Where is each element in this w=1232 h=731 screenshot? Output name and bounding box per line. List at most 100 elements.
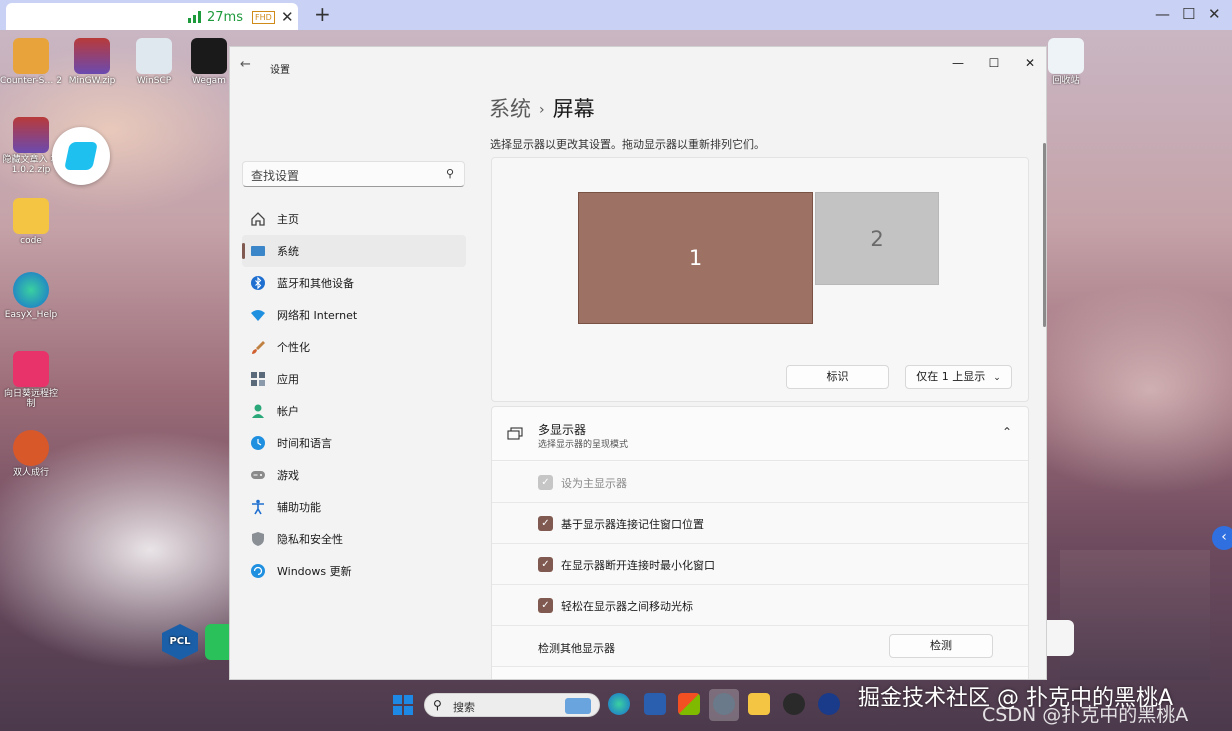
multi-display-subtitle: 选择显示器的呈现模式 [538,440,629,450]
nav-label: Windows 更新 [277,565,352,578]
wifi-icon [251,310,265,321]
archive-icon [13,117,49,153]
monitor-number: 1 [688,246,703,270]
viewer-close-button[interactable]: ✕ [1208,5,1221,23]
checkbox-remember-window-locations[interactable]: ✓ [538,516,553,531]
edge-taskbar-icon[interactable] [608,693,630,715]
floating-app-bubble[interactable] [52,127,110,185]
option-ease-cursor-movement[interactable]: ✓ 轻松在显示器之间移动光标 [492,585,1028,626]
search-icon[interactable]: ⚲ [446,167,454,180]
close-button[interactable]: ✕ [1015,52,1045,74]
display-arrangement-panel: 1 2 标识 仅在 1 上显示 ⌄ [491,157,1029,402]
globe-clock-icon [251,436,265,450]
brush-icon [252,341,265,354]
display-mode-dropdown[interactable]: 仅在 1 上显示 ⌄ [905,365,1012,389]
option-label: 在显示器断开连接时最小化窗口 [561,559,715,572]
settings-nav: 主页 系统 蓝牙和其他设备 网络和 Internet 个性化 应用 帐户 时间和… [242,203,466,587]
viewer-maximize-button[interactable]: ☐ [1182,5,1195,23]
home-icon [251,212,265,226]
title-bar[interactable]: ← 设置 — ☐ ✕ [230,47,1046,77]
account-icon [252,404,264,418]
option-remember-window-locations[interactable]: ✓ 基于显示器连接记住窗口位置 [492,503,1028,544]
nav-item-network[interactable]: 网络和 Internet [242,299,466,331]
desktop-icon-winscp[interactable]: WinSCP [123,38,185,86]
nav-item-privacy[interactable]: 隐私和安全性 [242,523,466,555]
file-explorer-icon[interactable] [748,693,770,715]
option-label: 设为主显示器 [561,477,627,490]
nav-label: 网络和 Internet [277,309,358,322]
nav-label: 个性化 [277,341,310,354]
settings-gear-icon[interactable] [713,693,735,715]
winscp-icon [136,38,172,74]
multi-display-header[interactable]: 多显示器 选择显示器的呈现模式 ⌃ [492,407,1028,461]
recycle-bin-icon [1048,38,1084,74]
desktop-icon-recycle-bin[interactable]: 回收站 [1040,38,1092,86]
gamepad-icon [251,471,265,479]
nav-item-time-language[interactable]: 时间和语言 [242,427,466,459]
desktop-icon-wegame[interactable]: Wegam [186,38,232,86]
desktop-icon-sunlogin[interactable]: 向日葵远程控 制 [0,351,62,409]
desktop-icon-code[interactable]: code [0,198,62,246]
store-taskbar-icon[interactable] [644,693,666,715]
nav-item-system[interactable]: 系统 [242,235,466,267]
nav-label: 系统 [277,245,299,258]
folder-icon [13,198,49,234]
desktop-icon-label: Counter-S… 2 [0,76,62,86]
identify-button[interactable]: 标识 [786,365,889,389]
option-label: 轻松在显示器之间移动光标 [561,600,693,613]
desktop-icon-it-takes-two[interactable]: 双人成行 [0,430,62,478]
maximize-button[interactable]: ☐ [979,52,1009,74]
taskbar-search-input[interactable]: ⚲ 搜索 [424,693,600,717]
detect-button[interactable]: 检测 [889,634,993,658]
nav-item-apps[interactable]: 应用 [242,363,466,395]
scrollbar-thumb[interactable] [1043,143,1046,327]
monitor-2-tile[interactable]: 2 [815,192,939,285]
nav-label: 主页 [277,213,299,226]
side-panel-toggle[interactable]: ‹ [1212,526,1232,550]
desktop-icon-mingw[interactable]: MinGW.zip [61,38,123,86]
p-app-icon[interactable] [818,693,840,715]
desktop-icon-label: 向日葵远程控 制 [3,389,58,409]
option-minimize-on-disconnect[interactable]: ✓ 在显示器断开连接时最小化窗口 [492,544,1028,585]
nav-item-windows-update[interactable]: Windows 更新 [242,555,466,587]
quality-badge[interactable]: FHD [252,11,275,24]
desktop-icon-label: 双人成行 [12,468,49,478]
settings-search-input[interactable]: 查找设置 ⚲ [242,161,465,187]
page-title: 屏幕 [552,97,595,121]
app-title: 设置 [270,65,290,76]
nav-item-accessibility[interactable]: 辅助功能 [242,491,466,523]
back-arrow-icon[interactable]: ← [240,57,251,72]
chevron-up-icon[interactable]: ⌃ [1002,425,1012,439]
close-tab-icon[interactable]: ✕ [281,8,294,26]
desktop-icon-counter-strike[interactable]: Counter-S… 2 [0,38,62,86]
settings-window: ← 设置 — ☐ ✕ 查找设置 ⚲ 主页 系统 蓝牙和其他设备 网络和 Inte… [229,46,1047,680]
checkbox-ease-cursor-movement[interactable]: ✓ [538,598,553,613]
viewer-minimize-button[interactable]: — [1155,5,1170,23]
edge-browser-icon [13,272,49,308]
windows-start-icon[interactable] [393,695,413,715]
signal-bars-icon [188,11,201,23]
desktop-icon-easyx-help[interactable]: EasyX_Help [0,272,62,320]
accessibility-icon [252,499,264,515]
desktop-icon-wechat[interactable] [205,624,231,662]
checkbox-minimize-on-disconnect[interactable]: ✓ [538,557,553,572]
monitor-number: 2 [870,226,884,251]
nav-item-home[interactable]: 主页 [242,203,466,235]
desktop-icon-pcl[interactable]: PCL [160,624,200,662]
monitor-1-tile[interactable]: 1 [578,192,813,324]
desktop-icon-label: 隐藏文章入 本1.0.2.zip [2,155,60,175]
game-icon [13,430,49,466]
nav-item-accounts[interactable]: 帐户 [242,395,466,427]
new-tab-button[interactable]: + [314,2,331,26]
checkbox-make-main-display: ✓ [538,475,553,490]
speedometer-icon[interactable] [783,693,805,715]
nav-item-personalization[interactable]: 个性化 [242,331,466,363]
breadcrumb-separator-icon: › [539,102,545,118]
desktop-icon-label: 回收站 [1052,76,1080,86]
minimize-button[interactable]: — [943,52,973,74]
breadcrumb-parent[interactable]: 系统 [489,97,531,121]
apps-taskbar-icon[interactable] [678,693,700,715]
nav-item-gaming[interactable]: 游戏 [242,459,466,491]
remote-session-tab[interactable]: 27ms FHD ✕ [6,3,298,30]
nav-item-bluetooth[interactable]: 蓝牙和其他设备 [242,267,466,299]
